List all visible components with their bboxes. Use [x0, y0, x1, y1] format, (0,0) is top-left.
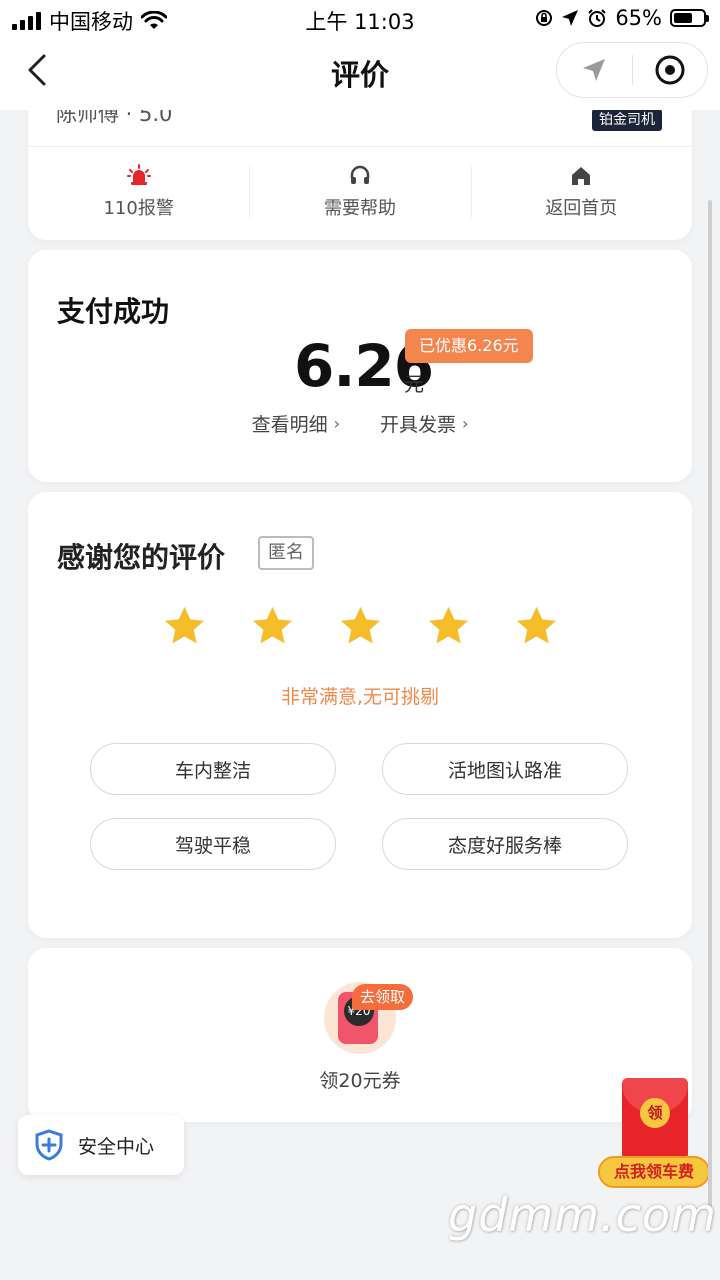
payment-card: 支付成功 6.26 元 已优惠6.26元 查看明细 › 开具发票 ›	[28, 250, 692, 482]
nav-bar: 评价	[0, 38, 720, 110]
rating-tag[interactable]: 车内整洁	[90, 743, 336, 795]
battery-percent: 65%	[615, 6, 662, 30]
rating-tag[interactable]: 驾驶平稳	[90, 818, 336, 870]
shield-plus-icon	[35, 1129, 63, 1161]
payment-title: 支付成功	[57, 295, 170, 328]
close-miniprogram-button[interactable]	[633, 43, 708, 97]
discount-badge: 已优惠6.26元	[405, 329, 533, 363]
red-packet-seal: 领	[640, 1098, 670, 1128]
rating-tag[interactable]: 活地图认路准	[382, 743, 628, 795]
watermark: gdmm.com	[448, 1188, 717, 1242]
battery-fill	[674, 13, 693, 23]
home-icon	[569, 164, 593, 188]
quick-actions: 110报警 需要帮助 返回首页	[28, 164, 692, 220]
status-right: 65%	[535, 6, 709, 30]
chevron-left-icon	[28, 54, 46, 86]
rating-tag[interactable]: 态度好服务棒	[382, 818, 628, 870]
view-details-link[interactable]: 查看明细 ›	[252, 410, 340, 437]
star-rating	[162, 604, 559, 649]
mini-program-capsule	[556, 42, 708, 98]
home-button[interactable]: 返回首页	[470, 164, 692, 220]
rating-title: 感谢您的评价	[57, 541, 226, 574]
star-icon[interactable]	[426, 604, 471, 649]
target-circle-icon	[655, 55, 685, 85]
location-button[interactable]	[557, 43, 632, 97]
claim-badge[interactable]: 去领取	[352, 984, 414, 1010]
rating-card: 感谢您的评价 匿名 非常满意,无可挑剔 车内整洁 活地图认路准 驾驶平稳 态度好…	[28, 492, 692, 938]
need-help-button[interactable]: 需要帮助	[249, 164, 470, 220]
rating-tags: 车内整洁 活地图认路准 驾驶平稳 态度好服务棒	[90, 743, 628, 870]
star-icon[interactable]	[338, 604, 383, 649]
safety-center-button[interactable]: 安全中心	[18, 1115, 184, 1175]
coupon-card: ¥20 去领取 领20元券	[28, 948, 692, 1122]
police-call-label: 110报警	[103, 198, 174, 219]
payment-links: 查看明细 › 开具发票 ›	[28, 410, 692, 437]
driver-level-badge: 铂金司机	[592, 109, 662, 131]
navigation-arrow-icon	[583, 59, 606, 81]
alarm-icon	[126, 164, 151, 188]
rotation-lock-icon	[536, 10, 553, 26]
star-icon[interactable]	[514, 604, 559, 649]
issue-invoice-link[interactable]: 开具发票 ›	[380, 410, 468, 437]
headset-icon	[348, 164, 372, 188]
view-details-label: 查看明细	[251, 414, 328, 436]
scrollbar[interactable]	[708, 200, 712, 1210]
divider	[28, 146, 692, 147]
chevron-right-icon: ›	[333, 414, 340, 433]
red-packet-widget[interactable]: 领 点我领车费	[596, 1076, 712, 1192]
rating-result-text: 非常满意,无可挑剔	[280, 686, 440, 708]
police-call-button[interactable]: 110报警	[28, 164, 249, 220]
location-arrow-icon	[562, 10, 579, 26]
back-button[interactable]	[20, 52, 56, 88]
need-help-label: 需要帮助	[323, 198, 396, 219]
payment-unit: 元	[404, 372, 424, 396]
status-bar: 中国移动 上午 11:03 65%	[0, 0, 720, 38]
safety-center-label: 安全中心	[78, 1135, 155, 1158]
star-icon[interactable]	[162, 604, 207, 649]
anonymous-toggle[interactable]: 匿名	[258, 536, 314, 570]
battery-icon	[670, 9, 709, 27]
star-icon[interactable]	[250, 604, 295, 649]
issue-invoice-label: 开具发票	[380, 414, 457, 436]
chevron-right-icon: ›	[462, 414, 469, 433]
alarm-clock-icon	[588, 9, 607, 27]
coupon-label[interactable]: 领20元券	[28, 1066, 692, 1093]
red-packet-label: 点我领车费	[598, 1156, 710, 1188]
home-label: 返回首页	[545, 198, 618, 219]
